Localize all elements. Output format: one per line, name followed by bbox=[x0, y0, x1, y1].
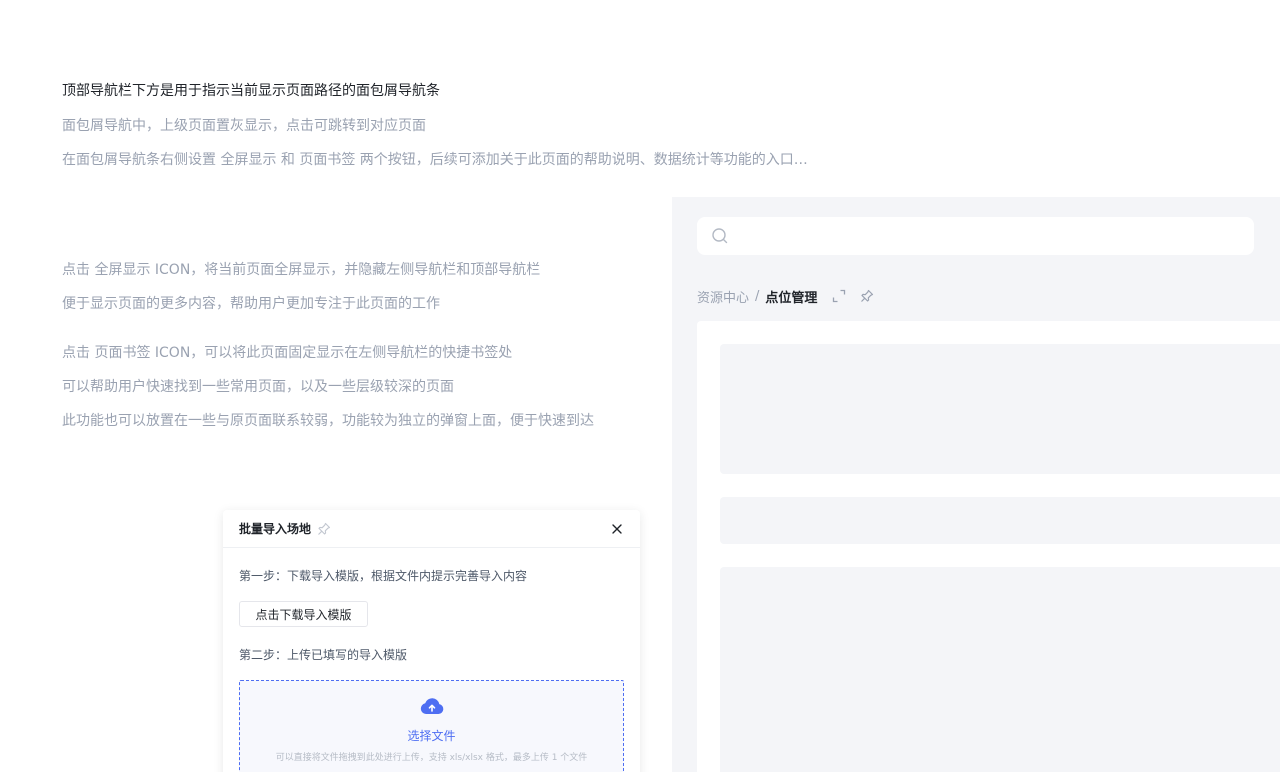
breadcrumb-separator: / bbox=[755, 288, 760, 304]
breadcrumb-item-parent[interactable]: 资源中心 bbox=[697, 287, 749, 306]
step-two-text: 第二步：上传已填写的导入模版 bbox=[239, 648, 408, 662]
search-input[interactable] bbox=[697, 217, 1254, 255]
breadcrumb-item-current: 点位管理 bbox=[765, 290, 818, 306]
upload-hint: 可以直接将文件拖拽到此处进行上传，支持 xls/xlsx 格式，最多上传 1 个… bbox=[275, 753, 588, 763]
pin-icon[interactable] bbox=[317, 522, 331, 536]
fullscreen-description-line: 点击 全屏显示 ICON，将当前页面全屏显示，并隐藏左侧导航栏和顶部导航栏 bbox=[62, 262, 541, 278]
close-icon[interactable] bbox=[610, 522, 624, 536]
search-icon bbox=[711, 227, 729, 245]
modal-title: 批量导入场地 bbox=[239, 522, 312, 536]
import-modal: 批量导入场地 第一步：下载导入模版，根据文件内提示完善导入内容 点击下载导入模版… bbox=[223, 510, 640, 772]
breadcrumb: 资源中心 / 点位管理 bbox=[697, 286, 875, 306]
fullscreen-icon[interactable] bbox=[831, 288, 847, 304]
content-placeholder bbox=[720, 567, 1280, 772]
select-file-link[interactable]: 选择文件 bbox=[240, 727, 623, 744]
content-placeholder bbox=[720, 497, 1280, 544]
bookmark-description-line: 此功能也可以放置在一些与原页面联系较弱，功能较为独立的弹窗上面，便于快速到达 bbox=[62, 413, 594, 429]
upload-dropzone[interactable]: 选择文件 可以直接将文件拖拽到此处进行上传，支持 xls/xlsx 格式，最多上… bbox=[239, 680, 624, 772]
content-card bbox=[697, 321, 1280, 772]
modal-header: 批量导入场地 bbox=[223, 510, 640, 548]
bookmark-description-line: 可以帮助用户快速找到一些常用页面，以及一些层级较深的页面 bbox=[62, 379, 454, 395]
page-preview: 资源中心 / 点位管理 bbox=[672, 197, 1280, 772]
download-template-button[interactable]: 点击下载导入模版 bbox=[239, 601, 368, 627]
fullscreen-description-line: 便于显示页面的更多内容，帮助用户更加专注于此页面的工作 bbox=[62, 296, 440, 312]
content-placeholder bbox=[720, 344, 1280, 474]
step-one-text: 第一步：下载导入模版，根据文件内提示完善导入内容 bbox=[239, 569, 528, 583]
description-heading: 顶部导航栏下方是用于指示当前显示页面路径的面包屑导航条 bbox=[62, 83, 440, 99]
description-line: 在面包屑导航条右侧设置 全屏显示 和 页面书签 两个按钮，后续可添加关于此页面的… bbox=[62, 152, 808, 168]
description-line: 面包屑导航中，上级页面置灰显示，点击可跳转到对应页面 bbox=[62, 118, 426, 134]
pin-icon[interactable] bbox=[859, 288, 875, 304]
cloud-upload-icon bbox=[419, 695, 445, 717]
bookmark-description-line: 点击 页面书签 ICON，可以将此页面固定显示在左侧导航栏的快捷书签处 bbox=[62, 345, 513, 361]
